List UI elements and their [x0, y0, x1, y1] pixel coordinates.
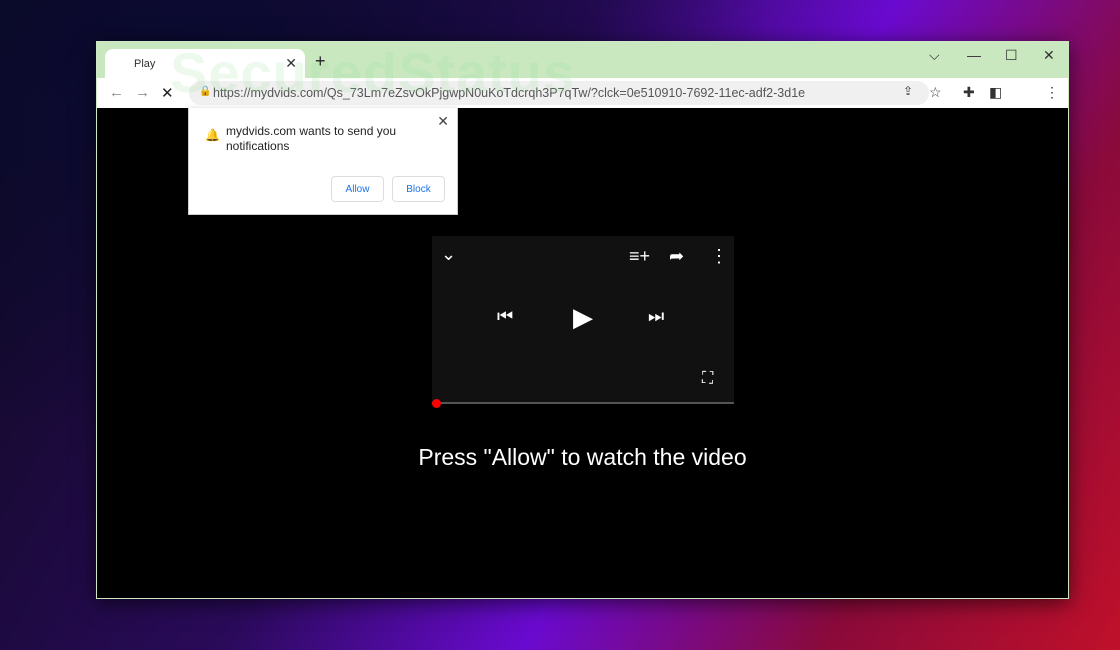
- fullscreen-icon[interactable]: ⛶: [702, 370, 713, 388]
- forward-icon[interactable]: →: [135, 84, 150, 101]
- video-player[interactable]: ⌄ ≡+ ➦ ⋮ ⏮ ▶ ⏭ ⛶: [432, 236, 734, 408]
- minimize-icon[interactable]: —: [967, 47, 981, 63]
- bookmark-star-icon[interactable]: ☆: [929, 84, 942, 101]
- close-popup-icon[interactable]: ✕: [437, 113, 449, 130]
- toolbar: ← → ✕ 🔒 https://mydvids.com/Qs_73Lm7eZsv…: [97, 78, 1068, 108]
- maximize-icon[interactable]: ☐: [1005, 47, 1018, 64]
- tab-search-icon[interactable]: ⌵: [929, 47, 940, 64]
- back-icon[interactable]: ←: [109, 84, 124, 101]
- page-content: ⌄ ≡+ ➦ ⋮ ⏮ ▶ ⏭ ⛶ Press "Allow" to watch …: [97, 108, 1068, 598]
- new-tab-icon[interactable]: +: [315, 51, 326, 72]
- notification-permission-popup: 🔔 mydvids.com wants to send you notifica…: [188, 108, 458, 215]
- allow-prompt: Press "Allow" to watch the video: [418, 444, 747, 470]
- share-icon[interactable]: ➦: [669, 246, 684, 267]
- close-tab-icon[interactable]: ✕: [285, 55, 297, 72]
- lock-icon: 🔒: [199, 86, 212, 97]
- menu-icon[interactable]: ⋮: [1045, 84, 1059, 101]
- notification-message: mydvids.com wants to send you notificati…: [226, 124, 397, 153]
- bell-icon: 🔔: [205, 128, 220, 142]
- share-icon[interactable]: ⇪: [903, 84, 913, 98]
- title-bar: Play ✕ + ⌵ — ☐ ✕: [97, 42, 1068, 78]
- browser-window: Play ✕ + ⌵ — ☐ ✕ ← → ✕ 🔒 https://mydvids…: [96, 41, 1069, 599]
- block-button[interactable]: Block: [392, 176, 445, 202]
- stop-icon[interactable]: ✕: [161, 84, 174, 102]
- progress-handle[interactable]: [432, 399, 441, 408]
- more-options-icon[interactable]: ⋮: [710, 246, 728, 267]
- previous-icon[interactable]: ⏮: [497, 306, 513, 327]
- tab-title: Play: [134, 58, 156, 70]
- allow-button[interactable]: Allow: [331, 176, 384, 202]
- play-icon[interactable]: ▶: [573, 302, 593, 333]
- tab-play[interactable]: Play ✕: [105, 49, 305, 78]
- address-bar[interactable]: 🔒 https://mydvids.com/Qs_73Lm7eZsvOkPjgw…: [189, 81, 929, 105]
- next-icon[interactable]: ⏭: [648, 306, 664, 327]
- add-to-queue-icon[interactable]: ≡+: [629, 246, 650, 267]
- extensions-icon[interactable]: ✚: [963, 84, 975, 101]
- side-panel-icon[interactable]: ◧: [989, 84, 1002, 101]
- url-text: https://mydvids.com/Qs_73Lm7eZsvOkPjgwpN…: [213, 86, 806, 100]
- close-window-icon[interactable]: ✕: [1043, 47, 1055, 64]
- progress-bar[interactable]: [432, 399, 734, 408]
- collapse-icon[interactable]: ⌄: [441, 244, 456, 265]
